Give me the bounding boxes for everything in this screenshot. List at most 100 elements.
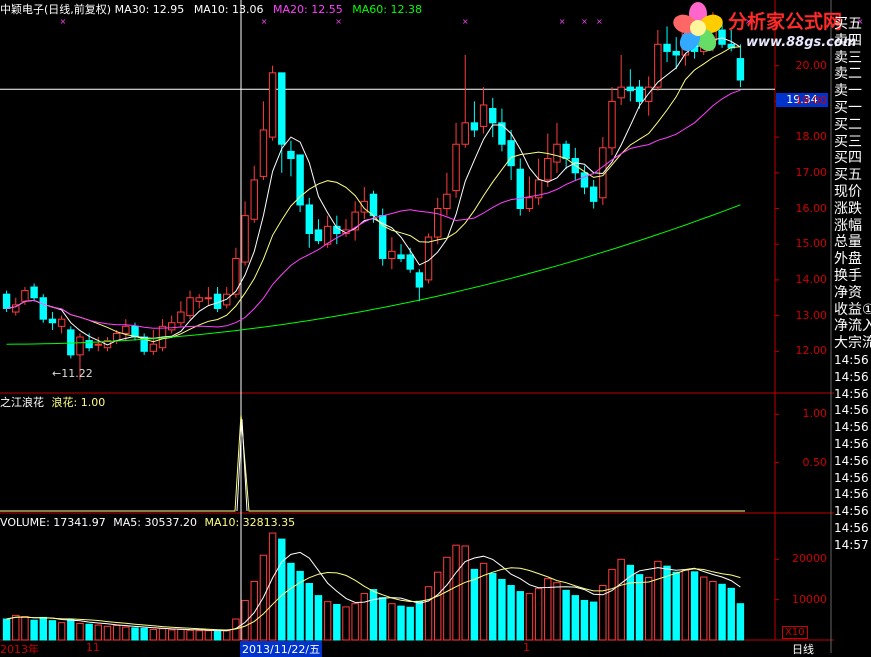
indicator-value: 浪花: 1.00 — [51, 396, 106, 409]
volume-bar — [452, 544, 460, 641]
candle-body — [268, 72, 277, 138]
price-tick-label: 12.00 — [795, 344, 828, 358]
volume-bar — [461, 545, 469, 641]
volume-bar — [195, 630, 203, 641]
candle-body — [2, 293, 11, 309]
date-label-mid2: 1 — [523, 641, 530, 654]
candle-body — [314, 229, 323, 242]
volume-bar — [213, 630, 222, 641]
candle-body — [369, 193, 378, 217]
logo-text: 分析家公式网 — [728, 11, 843, 33]
stock-chart[interactable]: × × × × × × × × × — [0, 0, 871, 653]
low-price-value: 11.22 — [61, 367, 93, 380]
volume-bar — [690, 571, 699, 641]
candle-body — [443, 193, 451, 210]
side-panel-item: 涨幅 — [834, 217, 862, 234]
candle-body — [122, 325, 130, 334]
volume-bar — [2, 618, 11, 641]
candle-body — [397, 254, 405, 259]
volume-bar — [268, 532, 277, 641]
price-tick-label: 15.00 — [795, 237, 828, 251]
volume-bar — [415, 600, 424, 641]
volume-bar — [378, 597, 387, 641]
price-tick-label: 17.00 — [795, 165, 828, 179]
volume-bar — [85, 623, 93, 641]
volume-bar — [608, 568, 616, 641]
volume-bar — [433, 571, 442, 641]
candle-body — [626, 86, 635, 92]
candle-body — [67, 329, 75, 356]
candle-body — [278, 72, 286, 145]
price-tick-label: 19.00 — [795, 94, 828, 108]
side-panel-item: 收益① — [834, 301, 871, 318]
indicator-header: 之江浪花 浪花: 1.00 — [0, 396, 105, 410]
volume-bar — [534, 587, 543, 641]
candle-body — [589, 186, 598, 202]
side-panel-item: 买五 — [834, 16, 862, 32]
volume-bar — [12, 614, 20, 641]
indicator-tick-label: 1.00 — [802, 407, 828, 421]
ma60-label: MA60: 12.38 — [352, 3, 422, 16]
candle-body — [30, 286, 38, 299]
volume-bar — [48, 620, 57, 641]
main-header: 中颖电子(日线,前复权) MA30: 12.95 MA10: 13.06 MA2… — [0, 3, 422, 17]
ma10-label: MA10: 13.06 — [193, 3, 264, 16]
side-panel-item: 卖二 — [834, 66, 862, 83]
indicator-tick-label: 0.50 — [802, 455, 828, 469]
candle-body — [525, 197, 534, 209]
date-label-mid1: 11 — [86, 641, 100, 654]
volume-bar — [507, 585, 515, 641]
candle-body — [186, 297, 194, 317]
signal-marker: × — [596, 17, 603, 26]
indicator-line — [0, 414, 745, 512]
volume-bar — [177, 629, 185, 641]
volume-bar — [112, 624, 121, 641]
volume-bar — [314, 595, 323, 641]
volume-bar — [644, 576, 653, 641]
indicator-title: 之江浪花 — [0, 396, 44, 409]
candle-body — [57, 318, 66, 327]
candle-body — [112, 332, 121, 342]
volume-bar — [250, 580, 258, 641]
side-panel-item: 总量 — [834, 234, 862, 251]
volume-bar — [589, 601, 598, 641]
price-tick-label: 20.00 — [795, 58, 828, 72]
volume-bar — [700, 576, 708, 641]
candle-body — [406, 254, 414, 270]
volume-bar — [709, 580, 717, 641]
side-panel-item: 净流入 — [834, 318, 871, 335]
volume-bar — [186, 629, 194, 641]
vol-ma5-label: MA5: 30537.20 — [113, 516, 197, 529]
volume-bar — [580, 599, 589, 641]
volume-bar — [443, 556, 451, 641]
volume-bar — [167, 629, 176, 641]
stock-title: 中颖电子(日线,前复权) — [0, 3, 112, 16]
volume-bar — [718, 583, 726, 641]
side-panel-item: 涨跌 — [834, 200, 862, 217]
volume-header: VOLUME: 17341.97 MA5: 30537.20 MA10: 328… — [0, 516, 295, 530]
candle-body — [241, 215, 249, 263]
volume-bar — [672, 571, 680, 641]
volume-bar — [140, 627, 148, 641]
volume-bar — [516, 591, 524, 641]
candle-body — [296, 154, 304, 206]
volume-bar — [406, 606, 414, 641]
candle-body — [232, 257, 240, 295]
volume-bar — [388, 603, 396, 641]
volume-bar — [21, 616, 29, 641]
zoom-label[interactable]: X10 — [782, 626, 808, 639]
volume-bar — [562, 589, 570, 641]
volume-bar — [397, 605, 405, 641]
side-panel-item: 买二 — [834, 116, 862, 133]
volume-bar — [342, 606, 350, 641]
side-panel-item: 14:56 — [834, 386, 869, 401]
volume-bar — [30, 619, 38, 641]
volume-bar — [131, 627, 139, 641]
side-panel-item: 买一 — [834, 99, 862, 116]
side-panel-item: 14:56 — [834, 487, 869, 502]
volume-bar — [654, 560, 662, 641]
candle-body — [39, 297, 47, 320]
candle-body — [167, 322, 176, 331]
side-panel-item: 卖三 — [834, 49, 862, 66]
candle-body — [388, 250, 396, 259]
